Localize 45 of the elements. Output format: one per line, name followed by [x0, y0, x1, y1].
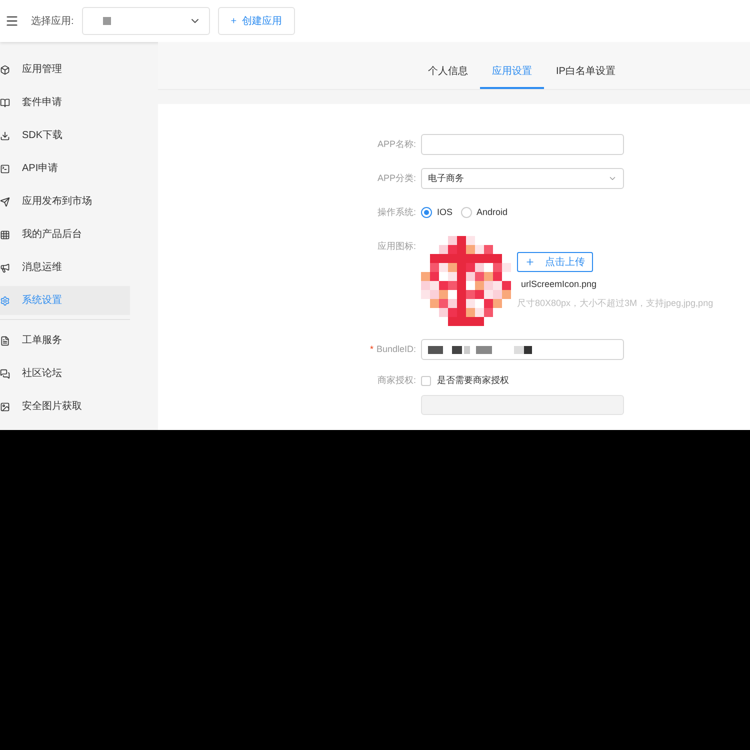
menu-icon[interactable] [5, 14, 19, 28]
box-icon [0, 64, 10, 74]
plus-icon [525, 257, 535, 267]
app-select-label: 选择应用: [31, 14, 74, 28]
input-field[interactable] [421, 134, 624, 155]
field-label: BundleID: [376, 342, 416, 356]
book-icon [0, 98, 10, 108]
megaphone-icon [0, 262, 10, 272]
required-mark: * [370, 342, 374, 356]
field-label: 商家授权: [377, 374, 416, 388]
chat-icon [0, 368, 10, 378]
paper-plane-icon [0, 196, 10, 206]
document-icon [0, 336, 10, 346]
input-field[interactable] [421, 339, 624, 360]
grid-icon [0, 230, 10, 240]
field-label: APP名称: [377, 138, 416, 151]
sidebar-item[interactable]: 应用发布到市场 [0, 187, 130, 216]
tab[interactable]: IP白名单设置 [544, 55, 628, 89]
terminal-icon [0, 164, 10, 174]
settings-icon [0, 296, 10, 306]
checkbox-option[interactable]: 是否需要商家授权 [421, 374, 509, 388]
upload-hint: 尺寸80X80px，大小不超过3M，支持jpeg,jpg,png [517, 296, 714, 310]
sidebar-item[interactable]: 安全图片获取 [0, 392, 130, 421]
field-label: 应用图标: [377, 240, 416, 253]
chevron-down-icon [608, 174, 617, 183]
input-field[interactable] [421, 395, 624, 415]
sidebar-item[interactable]: 消息运维 [0, 253, 130, 282]
sidebar-item[interactable]: 套件申请 [0, 88, 130, 117]
redaction-drawing [102, 17, 111, 25]
select-field[interactable]: 电子商务 [421, 168, 624, 189]
sidebar-item[interactable]: API申请 [0, 154, 130, 183]
sidebar-item[interactable]: 社区论坛 [0, 359, 130, 388]
field-label: 操作系统: [377, 206, 416, 219]
download-icon [0, 130, 10, 140]
radio-option[interactable]: Android [460, 206, 508, 220]
app-select[interactable] [82, 7, 210, 35]
sidebar-item[interactable]: SDK下载 [0, 121, 130, 150]
field-label: APP分类: [377, 172, 416, 185]
tab[interactable]: 个人信息 [416, 55, 480, 89]
sidebar-item[interactable]: 我的产品后台 [0, 220, 130, 249]
file-name: urlScreemIcon.png [521, 278, 598, 291]
sidebar-item[interactable]: 工单服务 [0, 326, 130, 355]
image-icon [0, 402, 10, 412]
sidebar-item[interactable]: 应用管理 [0, 55, 130, 84]
radio-option[interactable]: IOS [421, 206, 453, 220]
